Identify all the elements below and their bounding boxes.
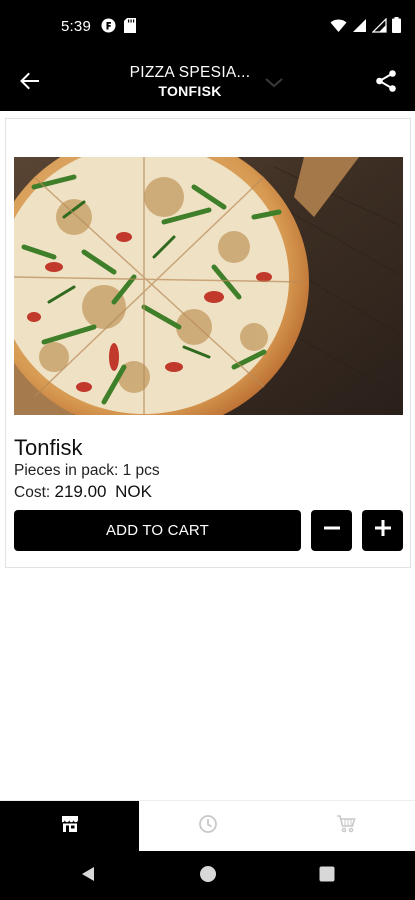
add-to-cart-button[interactable]: ADD TO CART: [14, 510, 301, 551]
share-icon: [374, 69, 398, 98]
product-card: Tonfisk Pieces in pack: 1 pcs Cost: 219.…: [5, 118, 411, 568]
status-icons: [330, 17, 401, 38]
cost: Cost: 219.00 NOK: [14, 482, 152, 502]
system-back-button[interactable]: [77, 865, 99, 887]
arrow-left-icon: [19, 72, 39, 95]
pieces-label: Pieces in pack:: [14, 462, 119, 479]
share-button[interactable]: [371, 68, 401, 98]
nav-menu-tab[interactable]: [0, 801, 139, 852]
product-image: [14, 157, 403, 415]
page-title: PIZZA SPESIA...: [129, 64, 251, 81]
storefront-icon: [61, 815, 79, 838]
minus-icon: [322, 518, 342, 543]
chevron-down-icon[interactable]: [264, 76, 284, 90]
signal-icon: [352, 18, 367, 38]
cart-icon: [336, 814, 356, 839]
cost-currency: NOK: [115, 482, 152, 501]
page-subtitle: TONFISK: [158, 83, 222, 99]
status-bar: 5:39: [0, 0, 415, 54]
system-recents-button[interactable]: [316, 865, 338, 887]
app-bar: PIZZA SPESIA... TONFISK: [0, 54, 415, 111]
increase-quantity-button[interactable]: [362, 510, 403, 551]
decrease-quantity-button[interactable]: [311, 510, 352, 551]
circle-home-icon: [199, 865, 217, 888]
sd-card-icon: [124, 18, 138, 33]
cost-label: Cost:: [14, 484, 51, 501]
square-recents-icon: [318, 865, 336, 888]
triangle-back-icon: [79, 865, 97, 888]
nav-history-tab[interactable]: [139, 801, 277, 852]
battery-icon: [392, 17, 401, 38]
signal-2-icon: [371, 17, 387, 38]
clock-icon: [198, 814, 218, 839]
back-button[interactable]: [14, 68, 44, 98]
title-block[interactable]: PIZZA SPESIA... TONFISK: [100, 63, 280, 100]
system-home-button[interactable]: [197, 865, 219, 887]
plus-icon: [373, 518, 393, 543]
cost-amount: 219.00: [54, 482, 107, 501]
product-name: Tonfisk: [14, 435, 83, 460]
notification-f-icon: [101, 18, 116, 33]
bottom-nav: [0, 800, 415, 852]
pieces-in-pack: Pieces in pack: 1 pcs: [14, 462, 160, 480]
system-nav-bar: [0, 851, 415, 900]
wifi-icon: [330, 18, 347, 38]
nav-cart-tab[interactable]: [277, 801, 415, 852]
pieces-value: 1 pcs: [122, 462, 160, 479]
status-time: 5:39: [61, 18, 91, 35]
